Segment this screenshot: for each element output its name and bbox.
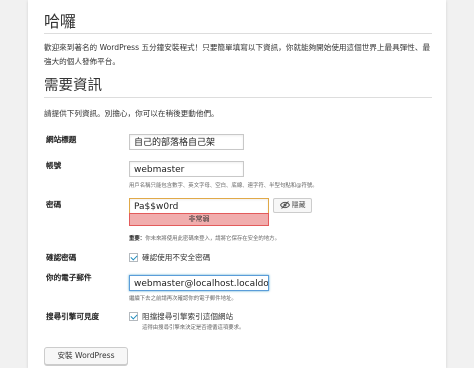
hide-password-button[interactable]: 隱藏 <box>273 198 312 213</box>
password-input[interactable]: Pa$$w0rd <box>129 198 269 214</box>
hide-password-label: 隱藏 <box>291 201 306 209</box>
discourage-search-checkbox-label: 阻擋搜尋引擎索引這個網站 <box>142 312 234 321</box>
password-note-text: 你未來將使用此密碼來登入，請將它保存在安全的地方。 <box>145 236 280 242</box>
title-divider <box>44 33 432 34</box>
username-input[interactable]: webmaster <box>129 161 244 177</box>
site-title-label: 網站標題 <box>46 135 77 144</box>
username-label: 帳號 <box>46 161 62 170</box>
section-divider <box>44 97 432 98</box>
password-label: 密碼 <box>46 200 62 209</box>
search-visibility-label: 搜尋引擎可見度 <box>46 312 100 321</box>
intro-text: 歡迎來到著名的 WordPress 五分鐘安裝程式！只要簡單填寫以下資訊，你就能… <box>44 43 431 66</box>
search-visibility-note: 這得由搜尋引擎來決定是否遵循這項要求。 <box>142 325 245 331</box>
eye-slash-icon <box>279 201 290 209</box>
password-note-important: 重要： <box>129 236 146 242</box>
password-strength-meter: 非常弱 <box>129 213 269 226</box>
confirm-weak-checkbox-label: 確認使用不安全密碼 <box>142 253 211 262</box>
section-title: 需要資訊 <box>44 78 102 94</box>
password-note: 重要：你未來將使用此密碼來登入，請將它保存在安全的地方。 <box>129 234 280 242</box>
email-label: 你的電子郵件 <box>46 273 92 282</box>
email-note: 繼續下去之前請再次確認你的電子郵件地址。 <box>129 296 237 302</box>
discourage-search-checkbox[interactable] <box>129 312 138 321</box>
site-title-input[interactable]: 自己的部落格自己架 <box>129 134 244 150</box>
install-wordpress-button[interactable]: 安裝 WordPress <box>44 347 128 365</box>
username-note: 用戶名稱只能包含數字、英文字母、空白、底線、連字符、半型句點和@符號。 <box>129 183 318 189</box>
confirm-password-label: 確認密碼 <box>46 253 77 262</box>
email-input[interactable]: webmaster@localhost.localdo <box>129 275 269 291</box>
confirm-weak-checkbox[interactable] <box>129 253 138 262</box>
lead-text: 請提供下列資訊。別擔心，你可以在稍後更動他們。 <box>44 109 219 118</box>
page-title: 哈囉 <box>44 12 77 31</box>
install-panel: 哈囉 歡迎來到著名的 WordPress 五分鐘安裝程式！只要簡單填寫以下資訊，… <box>28 0 446 368</box>
